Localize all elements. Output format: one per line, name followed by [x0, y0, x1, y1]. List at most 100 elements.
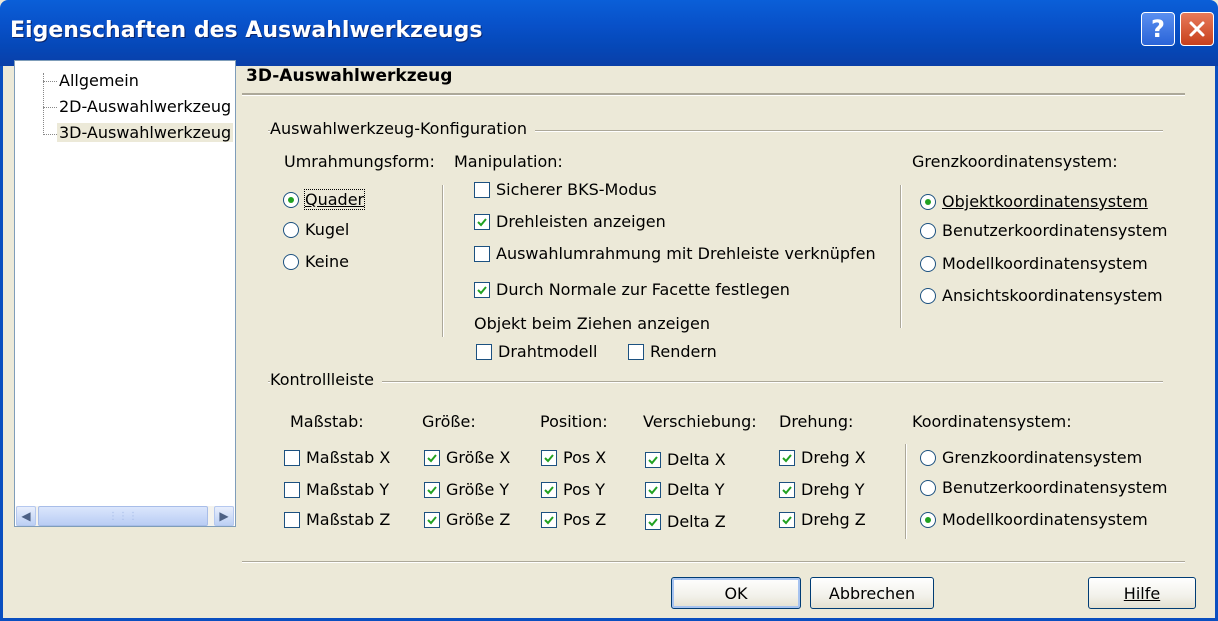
radio-ansichtskoordinaten[interactable]: Ansichtskoordinatensystem [920, 286, 1163, 305]
radio-benutzerkoordinaten-label: Benutzerkoordinatensystem [942, 221, 1168, 240]
check-icon [544, 453, 554, 462]
tree-connector [43, 81, 57, 82]
help-button[interactable]: Hilfe [1088, 577, 1196, 609]
radio-indicator [920, 287, 936, 304]
checkbox-rot-y-label: Drehg Y [801, 480, 865, 499]
tree-item-allgemein[interactable]: Allgemein [59, 71, 139, 90]
boundary-coords-label: Grenzkoordinatensystem: [912, 152, 1118, 171]
shift-label: Verschiebung: [643, 412, 757, 431]
checkbox-sicherer-bks[interactable]: Sicherer BKS-Modus [474, 180, 657, 199]
check-icon [648, 485, 658, 494]
radio-keine[interactable]: Keine [283, 252, 349, 271]
checkbox-drahtmodell[interactable]: Drahtmodell [476, 342, 597, 361]
radio-objektkoordinaten[interactable]: Objektkoordinatensystem [920, 192, 1148, 211]
tree-item-2d[interactable]: 2D-Auswahlwerkzeug [59, 97, 231, 116]
check-icon [648, 455, 658, 464]
checkbox-delta-z[interactable]: Delta Z [645, 512, 726, 531]
column-separator [905, 444, 907, 539]
help-icon: ? [1151, 15, 1165, 43]
category-tree[interactable]: Allgemein 2D-Auswahlwerkzeug 3D-Auswahlw… [14, 60, 236, 527]
checkbox-size-x[interactable]: Größe X [424, 448, 510, 467]
radio-benutzerkoordinaten[interactable]: Benutzerkoordinatensystem [920, 221, 1167, 240]
checkbox-rot-x[interactable]: Drehg X [779, 448, 866, 467]
check-icon [782, 453, 792, 462]
scroll-left-button[interactable]: ◀ [16, 506, 36, 526]
radio-grenzkoordinaten[interactable]: Grenzkoordinatensystem [920, 448, 1142, 467]
checkbox-scale-z[interactable]: Maßstab Z [284, 510, 390, 529]
checkbox-box [779, 481, 795, 498]
radio-quader[interactable]: Quader [283, 189, 366, 210]
checkbox-box [645, 451, 661, 468]
checkbox-rendern[interactable]: Rendern [628, 342, 717, 361]
checkbox-box [424, 481, 440, 498]
column-separator [442, 185, 444, 337]
checkbox-rot-y[interactable]: Drehg Y [779, 480, 865, 499]
checkbox-box [474, 213, 490, 230]
check-icon [477, 285, 487, 294]
radio-modell-cb-label: Modellkoordinatensystem [942, 510, 1148, 529]
check-icon [427, 453, 437, 462]
checkbox-scale-y-label: Maßstab Y [306, 480, 390, 499]
checkbox-rot-z[interactable]: Drehg Z [779, 510, 866, 529]
radio-modell-cb[interactable]: Modellkoordinatensystem [920, 510, 1148, 529]
checkbox-scale-x[interactable]: Maßstab X [284, 448, 390, 467]
checkbox-delta-y[interactable]: Delta Y [645, 480, 725, 499]
scroll-right-button[interactable]: ▶ [214, 506, 234, 526]
ok-button[interactable]: OK [671, 577, 801, 609]
cancel-button[interactable]: Abbrechen [810, 577, 934, 609]
checkbox-box [628, 343, 644, 360]
radio-benutzer-cb[interactable]: Benutzerkoordinatensystem [920, 478, 1167, 497]
radio-kugel-label: Kugel [305, 220, 350, 239]
checkbox-box [645, 481, 661, 498]
radio-indicator [920, 255, 936, 272]
checkbox-drehleisten[interactable]: Drehleisten anzeigen [474, 212, 666, 231]
bottom-divider [242, 561, 1185, 563]
controlbar-coords-label: Koordinatensystem: [912, 412, 1072, 431]
check-icon [427, 515, 437, 524]
radio-objektkoordinaten-label: Objektkoordinatensystem [942, 192, 1148, 211]
radio-indicator [283, 221, 299, 238]
tree-item-3d[interactable]: 3D-Auswahlwerkzeug [57, 123, 234, 142]
checkbox-scale-y[interactable]: Maßstab Y [284, 480, 389, 499]
checkbox-sicherer-bks-label: Sicherer BKS-Modus [496, 180, 657, 199]
checkbox-scale-z-label: Maßstab Z [306, 510, 391, 529]
tree-horizontal-scrollbar[interactable]: ◀ ⋮⋮⋮ ▶ [16, 506, 234, 526]
radio-indicator [920, 511, 936, 528]
radio-benutzer-cb-label: Benutzerkoordinatensystem [942, 478, 1168, 497]
page-title: 3D-Auswahlwerkzeug [246, 66, 453, 86]
checkbox-pos-z-label: Pos Z [563, 510, 607, 529]
chevron-right-icon: ▶ [219, 509, 229, 523]
checkbox-box [779, 449, 795, 466]
checkbox-auswahlumrahmung-label: Auswahlumrahmung mit Drehleiste verknüpf… [496, 244, 876, 263]
position-label: Position: [540, 412, 608, 431]
config-group-label: Auswahlwerkzeug-Konfiguration [270, 119, 536, 138]
checkbox-box [541, 449, 557, 466]
checkbox-delta-x[interactable]: Delta X [645, 450, 726, 469]
checkbox-pos-y[interactable]: Pos Y [541, 480, 605, 499]
scroll-thumb[interactable]: ⋮⋮⋮ [38, 506, 208, 526]
checkbox-size-y[interactable]: Größe Y [424, 480, 509, 499]
checkbox-size-y-label: Größe Y [446, 480, 510, 499]
checkbox-box [645, 513, 661, 530]
checkbox-auswahlumrahmung[interactable]: Auswahlumrahmung mit Drehleiste verknüpf… [474, 244, 876, 263]
check-icon [782, 515, 792, 524]
check-icon [477, 217, 487, 226]
radio-modellkoordinaten[interactable]: Modellkoordinatensystem [920, 254, 1148, 273]
title-bar: Eigenschaften des Auswahlwerkzeugs ? [0, 0, 1218, 66]
checkbox-size-z[interactable]: Größe Z [424, 510, 510, 529]
help-button-label: Hilfe [1123, 583, 1161, 603]
checkbox-normale-facette[interactable]: Durch Normale zur Facette festlegen [474, 280, 790, 299]
checkbox-box [424, 449, 440, 466]
checkbox-delta-x-label: Delta X [667, 450, 726, 469]
checkbox-pos-z[interactable]: Pos Z [541, 510, 606, 529]
checkbox-box [476, 343, 492, 360]
checkbox-pos-x[interactable]: Pos X [541, 448, 606, 467]
checkbox-pos-y-label: Pos Y [563, 480, 606, 499]
help-title-button[interactable]: ? [1141, 12, 1175, 46]
drag-display-label: Objekt beim Ziehen anzeigen [474, 314, 711, 333]
close-button[interactable] [1180, 12, 1214, 46]
checkbox-box [779, 511, 795, 528]
radio-kugel[interactable]: Kugel [283, 220, 349, 239]
check-icon [544, 515, 554, 524]
tree-connector [43, 73, 44, 135]
